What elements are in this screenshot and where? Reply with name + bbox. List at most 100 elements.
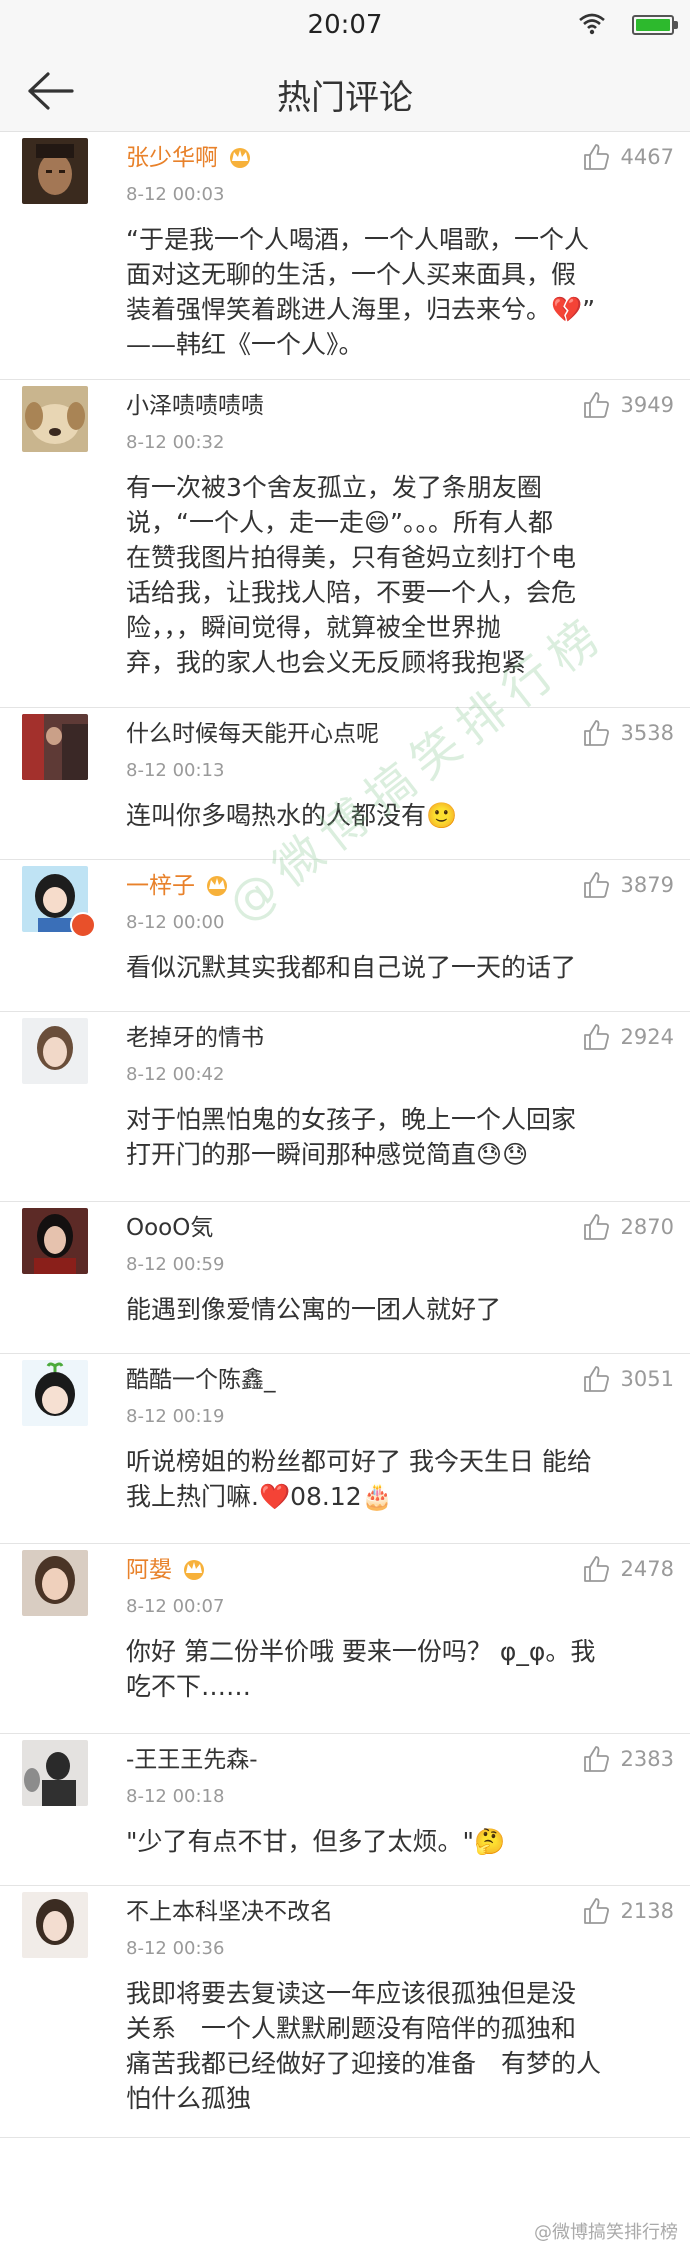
username-text[interactable]: 不上本科坚决不改名	[126, 1899, 333, 1925]
avatar[interactable]	[22, 1360, 88, 1426]
battery-icon	[632, 15, 678, 35]
comment-line: 能遇到像爱情公寓的一团人就好了	[126, 1295, 502, 1324]
comment-line: 关系 一个人默默刷题没有陪伴的孤独和	[126, 2014, 577, 2043]
like-button[interactable]: 3051	[581, 1364, 674, 1394]
like-button[interactable]: 2383	[581, 1744, 674, 1774]
comment-text: “于是我一个人喝酒，一个人唱歌，一个人 面对这无聊的生活，一个人买来面具，假 装…	[126, 222, 660, 362]
like-button[interactable]: 2924	[581, 1022, 674, 1052]
like-count: 3879	[620, 873, 674, 897]
comment-time: 8-12 00:42	[126, 1064, 225, 1085]
comment-time: 8-12 00:18	[126, 1786, 225, 1807]
thumbs-up-icon	[583, 1214, 609, 1240]
username-text[interactable]: 一梓子	[126, 873, 195, 899]
comment-line: 在赞我图片拍得美，只有爸妈立刻打个电	[126, 543, 577, 572]
comment-line: “于是我一个人喝酒，一个人唱歌，一个人	[126, 225, 589, 254]
like-button[interactable]: 4467	[581, 142, 674, 172]
comment-username[interactable]: 张少华啊	[126, 138, 254, 172]
vip-crown-icon	[230, 148, 250, 168]
wifi-icon	[579, 13, 605, 35]
like-count: 2478	[620, 1557, 674, 1581]
thumbs-up-icon	[583, 392, 609, 418]
comment-line: 听说榜姐的粉丝都可好了 我今天生日 能给	[126, 1447, 592, 1476]
verified-badge-icon	[70, 912, 96, 938]
username-text[interactable]: 酷酷一个陈鑫_	[126, 1367, 276, 1393]
username-text[interactable]: 小泽啧啧啧啧	[126, 393, 264, 419]
comment-line: 看似沉默其实我都和自己说了一天的话了	[126, 953, 577, 982]
page-title: 热门评论	[277, 78, 413, 118]
username-text[interactable]: 阿嫢	[126, 1557, 172, 1583]
comment-item: 阿嫢 8-12 00:07 2478 你好 第二份半价哦 要来一份吗？ φ_φ。…	[0, 1544, 690, 1734]
comment-username[interactable]: OooO気	[126, 1208, 213, 1242]
footer-watermark: @微博搞笑排行榜	[534, 2222, 678, 2243]
comment-text: 看似沉默其实我都和自己说了一天的话了	[126, 950, 660, 985]
comment-line: 说，“一个人，走一走😄”。。。所有人都	[126, 508, 553, 537]
comment-line: 装着强悍笑着跳进人海里，归去来兮。💔”	[126, 295, 596, 324]
like-count: 2870	[620, 1215, 674, 1239]
comment-text: 听说榜姐的粉丝都可好了 我今天生日 能给 我上热门嘛.❤️08.12🎂	[126, 1444, 660, 1514]
status-bar: 20:07	[0, 0, 690, 50]
comment-username[interactable]: 什么时候每天能开心点呢	[126, 714, 379, 748]
like-count: 4467	[620, 145, 674, 169]
thumbs-up-icon	[583, 720, 609, 746]
comment-text: 你好 第二份半价哦 要来一份吗？ φ_φ。我 吃不下……	[126, 1634, 660, 1704]
comment-time: 8-12 00:32	[126, 432, 225, 453]
comment-username[interactable]: 不上本科坚决不改名	[126, 1892, 333, 1926]
avatar[interactable]	[22, 386, 88, 452]
avatar[interactable]	[22, 1740, 88, 1806]
avatar[interactable]	[22, 1892, 88, 1958]
comment-time: 8-12 00:13	[126, 760, 225, 781]
avatar[interactable]	[22, 138, 88, 204]
like-count: 3538	[620, 721, 674, 745]
like-button[interactable]: 2870	[581, 1212, 674, 1242]
avatar[interactable]	[22, 1550, 88, 1616]
username-text[interactable]: OooO気	[126, 1215, 213, 1241]
thumbs-up-icon	[583, 1746, 609, 1772]
avatar[interactable]	[22, 1208, 88, 1274]
comment-line: ——韩红《一个人》。	[126, 330, 364, 359]
thumbs-up-icon	[583, 1898, 609, 1924]
comment-username[interactable]: 小泽啧啧啧啧	[126, 386, 264, 420]
comment-text: "少了有点不甘，但多了太烦。"🤔	[126, 1824, 660, 1859]
avatar[interactable]	[22, 714, 88, 780]
comment-line: 我上热门嘛.❤️08.12🎂	[126, 1482, 393, 1511]
comment-time: 8-12 00:19	[126, 1406, 225, 1427]
comment-line: "少了有点不甘，但多了太烦。"🤔	[126, 1827, 506, 1856]
comment-line: 我即将要去复读这一年应该很孤独但是没	[126, 1979, 577, 2008]
comment-username[interactable]: 阿嫢	[126, 1550, 208, 1584]
like-button[interactable]: 3879	[581, 870, 674, 900]
like-button[interactable]: 2478	[581, 1554, 674, 1584]
like-button[interactable]: 2138	[581, 1896, 674, 1926]
like-count: 2383	[620, 1747, 674, 1771]
thumbs-up-icon	[583, 1366, 609, 1392]
comment-item: OooO気 8-12 00:59 2870 能遇到像爱情公寓的一团人就好了	[0, 1202, 690, 1354]
thumbs-up-icon	[583, 1556, 609, 1582]
like-button[interactable]: 3949	[581, 390, 674, 420]
comment-username[interactable]: 酷酷一个陈鑫_	[126, 1360, 276, 1394]
comment-time: 8-12 00:59	[126, 1254, 225, 1275]
avatar[interactable]	[22, 1018, 88, 1084]
username-text[interactable]: 什么时候每天能开心点呢	[126, 721, 379, 747]
comment-item: 张少华啊 8-12 00:03 4467 “于是我一个人喝酒，一个人唱歌，一个人…	[0, 132, 690, 380]
like-count: 2138	[620, 1899, 674, 1923]
comment-line: 你好 第二份半价哦 要来一份吗？ φ_φ。我	[126, 1637, 596, 1666]
username-text[interactable]: -王王王先森-	[126, 1747, 258, 1773]
like-button[interactable]: 3538	[581, 718, 674, 748]
like-count: 2924	[620, 1025, 674, 1049]
comment-time: 8-12 00:07	[126, 1596, 225, 1617]
comment-time: 8-12 00:36	[126, 1938, 225, 1959]
comment-username[interactable]: 老掉牙的情书	[126, 1018, 264, 1052]
comment-time: 8-12 00:00	[126, 912, 225, 933]
like-count: 3051	[620, 1367, 674, 1391]
comment-text: 能遇到像爱情公寓的一团人就好了	[126, 1292, 660, 1327]
comment-username[interactable]: -王王王先森-	[126, 1740, 258, 1774]
comment-line: 有一次被3个舍友孤立，发了条朋友圈	[126, 473, 542, 502]
comment-item: 不上本科坚决不改名 8-12 00:36 2138 我即将要去复读这一年应该很孤…	[0, 1886, 690, 2138]
thumbs-up-icon	[583, 144, 609, 170]
comment-text: 我即将要去复读这一年应该很孤独但是没 关系 一个人默默刷题没有陪伴的孤独和 痛苦…	[126, 1976, 660, 2116]
username-text[interactable]: 张少华啊	[126, 145, 218, 171]
like-count: 3949	[620, 393, 674, 417]
vip-crown-icon	[184, 1560, 204, 1580]
username-text[interactable]: 老掉牙的情书	[126, 1025, 264, 1051]
comment-line: 痛苦我都已经做好了迎接的准备 有梦的人	[126, 2049, 602, 2078]
comment-list: 张少华啊 8-12 00:03 4467 “于是我一个人喝酒，一个人唱歌，一个人…	[0, 132, 690, 2138]
